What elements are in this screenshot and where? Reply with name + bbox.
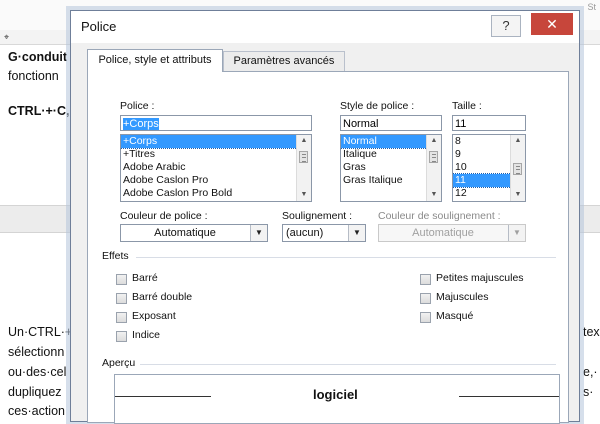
font-label: Police : bbox=[120, 100, 155, 112]
superscript-label: Exposant bbox=[132, 310, 176, 322]
font-list-item[interactable]: +Corps bbox=[121, 135, 311, 149]
doc-text-line: Un·CTRL·+· bbox=[8, 325, 77, 339]
style-input[interactable]: Normal bbox=[340, 115, 442, 131]
page-break bbox=[580, 205, 600, 233]
doc-text-line: sélectionn bbox=[8, 345, 65, 359]
font-dialog: Police ? ✕ Police, style et attributs Pa… bbox=[70, 10, 580, 424]
doc-text-line: ou·des·cel bbox=[8, 365, 67, 379]
scroll-down-icon[interactable]: ▼ bbox=[427, 189, 441, 201]
underline-select[interactable]: (aucun) ▼ bbox=[282, 224, 366, 242]
size-input[interactable]: 11 bbox=[452, 115, 526, 131]
font-list-item[interactable]: Adobe Caslon Pro Bold bbox=[121, 187, 311, 200]
scroll-up-icon[interactable]: ▲ bbox=[427, 135, 441, 147]
indent-marker[interactable]: ⌖ bbox=[4, 32, 9, 43]
scroll-down-icon[interactable]: ▼ bbox=[511, 189, 525, 201]
preview-divider bbox=[140, 364, 556, 365]
dialog-titlebar[interactable]: Police ? ✕ bbox=[71, 11, 579, 43]
styles-label: St bbox=[587, 2, 596, 12]
doc-text-line: ces·action bbox=[8, 404, 65, 418]
scroll-thumb[interactable] bbox=[429, 151, 438, 163]
style-listbox[interactable]: Normal Italique Gras Gras Italique ▲ ▼ bbox=[340, 134, 442, 202]
double-strikethrough-checkbox[interactable] bbox=[116, 293, 127, 304]
underline-label: Soulignement : bbox=[282, 210, 353, 222]
font-color-select[interactable]: Automatique ▼ bbox=[120, 224, 268, 242]
dropdown-arrow-icon[interactable]: ▼ bbox=[250, 225, 267, 241]
doc-text-fragment: s· bbox=[583, 385, 594, 399]
size-listbox[interactable]: 8 9 10 11 12 ▲ ▼ bbox=[452, 134, 526, 202]
preview-text: logiciel bbox=[313, 387, 358, 402]
size-scrollbar[interactable]: ▲ ▼ bbox=[510, 135, 525, 201]
subscript-label: Indice bbox=[132, 329, 161, 341]
strikethrough-checkbox[interactable] bbox=[116, 274, 127, 285]
dropdown-arrow-icon: ▼ bbox=[508, 225, 525, 241]
font-list-item[interactable]: Adobe Caslon Pro bbox=[121, 174, 311, 187]
font-color-value: Automatique bbox=[154, 227, 216, 239]
doc-text-fragment: tex bbox=[583, 325, 600, 339]
dropdown-arrow-icon[interactable]: ▼ bbox=[348, 225, 365, 241]
all-caps-label: Majuscules bbox=[436, 291, 489, 303]
preview-line-left bbox=[115, 396, 211, 397]
font-color-label: Couleur de police : bbox=[120, 210, 208, 222]
hidden-label: Masqué bbox=[436, 310, 474, 322]
font-input-value: +Corps bbox=[123, 118, 159, 130]
doc-text-line: fonctionn bbox=[8, 69, 59, 83]
small-caps-label: Petites majuscules bbox=[436, 272, 524, 284]
effects-divider bbox=[136, 257, 556, 258]
font-listbox[interactable]: +Corps +Titres Adobe Arabic Adobe Caslon… bbox=[120, 134, 312, 202]
size-label: Taille : bbox=[452, 100, 482, 112]
scroll-up-icon[interactable]: ▲ bbox=[511, 135, 525, 147]
strikethrough-label: Barré bbox=[132, 272, 158, 284]
font-scrollbar[interactable]: ▲ ▼ bbox=[296, 135, 311, 201]
underline-value: (aucun) bbox=[286, 227, 324, 239]
preview-line-right bbox=[459, 396, 559, 397]
scroll-up-icon[interactable]: ▲ bbox=[297, 135, 311, 147]
underline-color-label: Couleur de soulignement : bbox=[378, 210, 501, 222]
doc-text-line: dupliquez bbox=[8, 385, 62, 399]
underline-color-select: Automatique ▼ bbox=[378, 224, 526, 242]
font-input[interactable]: +Corps bbox=[120, 115, 312, 131]
doc-text-fragment: e,· bbox=[583, 365, 598, 379]
close-button[interactable]: ✕ bbox=[531, 13, 573, 35]
subscript-checkbox[interactable] bbox=[116, 331, 127, 342]
font-list-item[interactable]: Adobe Arabic bbox=[121, 161, 311, 174]
small-caps-checkbox[interactable] bbox=[420, 274, 431, 285]
doc-text-line: CTRL·+·C,· bbox=[8, 104, 74, 118]
style-scrollbar[interactable]: ▲ ▼ bbox=[426, 135, 441, 201]
effects-title: Effets bbox=[102, 250, 129, 262]
scroll-thumb[interactable] bbox=[513, 163, 522, 175]
font-list-item[interactable]: +Titres bbox=[121, 148, 311, 161]
tab-advanced-settings[interactable]: Paramètres avancés bbox=[223, 51, 345, 71]
doc-text-line: G·conduit bbox=[8, 50, 68, 64]
page-break bbox=[0, 205, 80, 233]
tab-font-style-attributes[interactable]: Police, style et attributs bbox=[87, 49, 223, 72]
tab-panel: Police : +Corps +Corps +Titres Adobe Ara… bbox=[87, 71, 569, 424]
preview-box: logiciel bbox=[114, 374, 560, 424]
scroll-down-icon[interactable]: ▼ bbox=[297, 189, 311, 201]
style-label: Style de police : bbox=[340, 100, 415, 112]
hidden-checkbox[interactable] bbox=[420, 312, 431, 323]
dialog-title: Police bbox=[81, 19, 117, 34]
help-button[interactable]: ? bbox=[491, 15, 521, 37]
double-strikethrough-label: Barré double bbox=[132, 291, 193, 303]
all-caps-checkbox[interactable] bbox=[420, 293, 431, 304]
scroll-thumb[interactable] bbox=[299, 151, 308, 163]
superscript-checkbox[interactable] bbox=[116, 312, 127, 323]
preview-title: Aperçu bbox=[102, 357, 136, 369]
underline-color-value: Automatique bbox=[412, 227, 474, 239]
